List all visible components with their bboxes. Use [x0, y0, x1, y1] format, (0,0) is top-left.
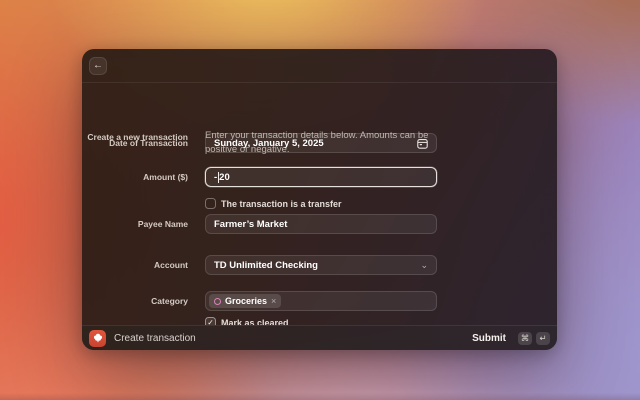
action-title: Create transaction	[114, 333, 196, 344]
amount-input[interactable]: - 20	[205, 167, 437, 187]
transfer-checkbox[interactable]	[205, 198, 216, 209]
category-tag[interactable]: Groceries ×	[209, 294, 281, 308]
action-bar: Create transaction Submit ⌘ ↵	[82, 325, 557, 350]
transfer-checkbox-row: The transaction is a transfer	[205, 198, 342, 209]
calendar-icon	[417, 138, 428, 149]
payee-input[interactable]: Farmer’s Market	[205, 214, 437, 234]
amount-label: Amount ($)	[82, 172, 188, 182]
payee-label: Payee Name	[82, 219, 188, 229]
date-value: Sunday, January 5, 2025	[214, 138, 324, 149]
command-key-icon: ⌘	[518, 332, 532, 345]
account-select[interactable]: TD Unlimited Checking ⌄	[205, 255, 437, 275]
transfer-checkbox-label: The transaction is a transfer	[221, 199, 342, 209]
category-tag-name: Groceries	[225, 296, 267, 306]
submit-button[interactable]: Submit	[472, 333, 506, 344]
extension-logo-icon	[89, 330, 106, 347]
remove-tag-icon[interactable]: ×	[271, 296, 276, 306]
form-content: Create a new transaction Enter your tran…	[82, 83, 557, 325]
desktop-background: ← Create a new transaction Enter your tr…	[0, 0, 640, 400]
date-label: Date of Transaction	[82, 138, 188, 148]
category-color-dot-icon	[214, 298, 221, 305]
account-label: Account	[82, 260, 188, 270]
back-arrow-icon: ←	[93, 60, 103, 71]
berry-tree-glyph	[92, 332, 104, 344]
category-input[interactable]: Groceries ×	[205, 291, 437, 311]
back-button[interactable]: ←	[89, 57, 107, 75]
chevron-down-icon: ⌄	[420, 261, 428, 269]
payee-value: Farmer’s Market	[214, 219, 287, 230]
window-header: ←	[82, 49, 557, 83]
return-key-icon: ↵	[536, 332, 550, 345]
account-value: TD Unlimited Checking	[214, 260, 318, 271]
amount-value-after-caret: 20	[219, 172, 230, 183]
date-picker-field[interactable]: Sunday, January 5, 2025	[205, 133, 437, 153]
category-label: Category	[82, 296, 188, 306]
raycast-window: ← Create a new transaction Enter your tr…	[82, 49, 557, 350]
